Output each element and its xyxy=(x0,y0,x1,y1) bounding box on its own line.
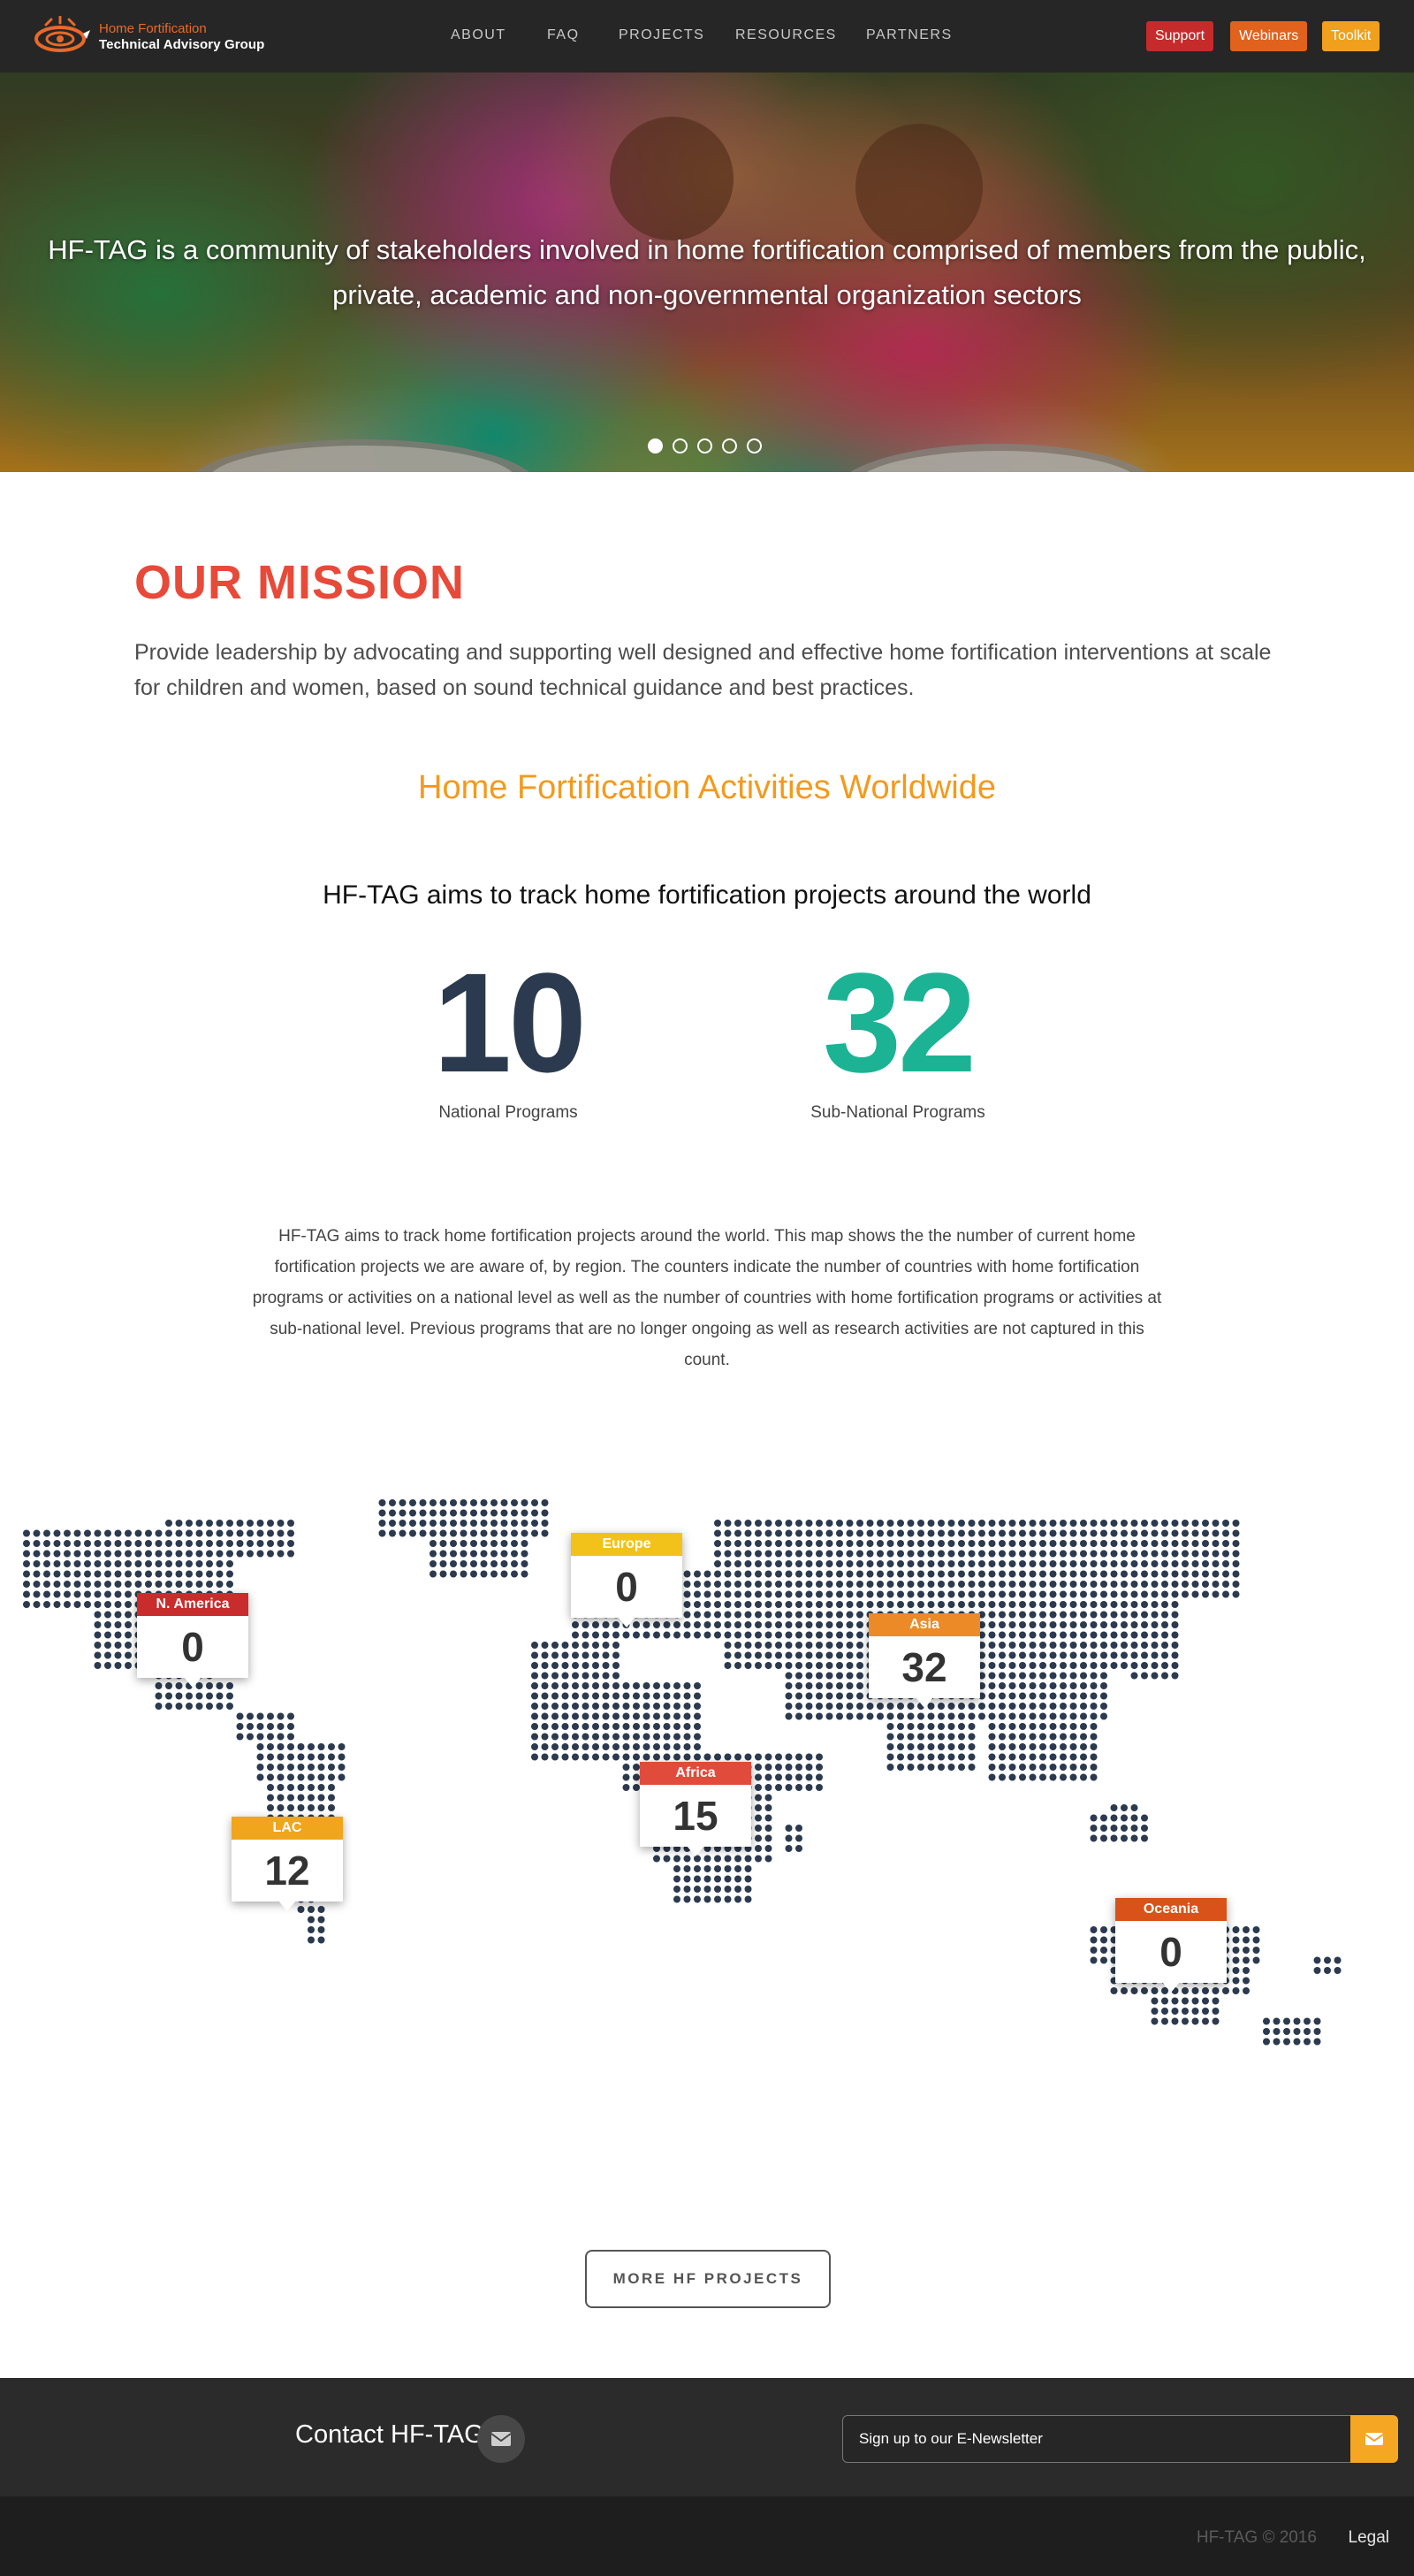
nav-link-resources[interactable]: RESOURCES xyxy=(735,27,837,43)
bottom-bar: HF-TAG © 2016 Legal xyxy=(0,2496,1414,2576)
activities-title: Home Fortification Activities Worldwide xyxy=(418,769,996,806)
toolkit-button[interactable]: Toolkit xyxy=(1322,21,1380,51)
region-name: Oceania xyxy=(1115,1898,1227,1921)
mission-text: Provide leadership by advocating and sup… xyxy=(134,640,1272,700)
logo-text-line2: Technical Advisory Group xyxy=(99,37,265,52)
envelope-icon xyxy=(1365,2433,1384,2445)
nav-link-about[interactable]: ABOUT xyxy=(451,27,506,43)
webinars-button[interactable]: Webinars xyxy=(1230,21,1308,51)
region-value: 0 xyxy=(181,1624,204,1670)
world-dot-map: N. America 0 Europe 0 Asia 32 Africa 15 … xyxy=(0,1494,1414,2184)
activities-subtitle: HF-TAG aims to track home fortification … xyxy=(323,880,1091,910)
slider-dot-2[interactable] xyxy=(673,438,688,453)
national-programs-counter: 10 National Programs xyxy=(415,943,601,1123)
national-programs-label: National Programs xyxy=(438,1103,578,1122)
subnational-programs-counter: 32 Sub-National Programs xyxy=(794,943,1002,1123)
nav-link-partners[interactable]: PARTNERS xyxy=(866,27,953,43)
region-name: N. America xyxy=(137,1593,248,1616)
region-value: 15 xyxy=(673,1793,718,1839)
mail-icon[interactable] xyxy=(477,2415,525,2463)
region-marker-asia[interactable]: Asia 32 xyxy=(869,1613,980,1708)
region-marker-africa[interactable]: Africa 15 xyxy=(640,1762,751,1856)
region-value: 0 xyxy=(615,1564,638,1610)
region-value: 0 xyxy=(1159,1929,1182,1975)
hero-slider: HF-TAG is a community of stakeholders in… xyxy=(0,72,1414,472)
legal-link[interactable]: Legal xyxy=(1349,2528,1390,2548)
subnational-programs-value: 32 xyxy=(823,943,977,1101)
subnational-programs-label: Sub-National Programs xyxy=(810,1103,985,1122)
slider-dots xyxy=(648,438,772,456)
top-navigation-bar: Home Fortification Technical Advisory Gr… xyxy=(0,0,1414,72)
more-hf-projects-button[interactable]: MORE HF PROJECTS xyxy=(585,2250,831,2308)
hero-caption: HF-TAG is a community of stakeholders in… xyxy=(48,234,1366,310)
newsletter-input[interactable]: Sign up to our E-Newsletter xyxy=(842,2415,1351,2463)
footer: Contact HF-TAG Sign up to our E-Newslett… xyxy=(0,2378,1414,2496)
slider-dot-3[interactable] xyxy=(697,438,712,453)
newsletter-submit-button[interactable] xyxy=(1350,2415,1398,2463)
mission-title: OUR MISSION xyxy=(134,556,466,609)
map-description: HF-TAG aims to track home fortification … xyxy=(252,1227,1162,1369)
region-marker-north-america[interactable]: N. America 0 xyxy=(137,1593,248,1688)
copyright-text: HF-TAG © 2016 xyxy=(1196,2528,1317,2547)
logo-text-line1: Home Fortification xyxy=(99,21,207,36)
region-marker-europe[interactable]: Europe 0 xyxy=(571,1533,682,1627)
slider-dot-1[interactable] xyxy=(648,438,663,453)
support-button[interactable]: Support xyxy=(1146,21,1214,51)
contact-link[interactable]: Contact HF-TAG xyxy=(295,2420,484,2450)
region-value: 12 xyxy=(264,1848,310,1894)
region-name: Asia xyxy=(869,1613,980,1636)
region-name: LAC xyxy=(232,1817,343,1840)
region-name: Africa xyxy=(640,1762,751,1785)
logo-mark-icon xyxy=(34,16,90,52)
region-marker-lac[interactable]: LAC 12 xyxy=(232,1817,343,1911)
slider-dot-4[interactable] xyxy=(722,438,737,453)
region-name: Europe xyxy=(571,1533,682,1556)
nav-link-faq[interactable]: FAQ xyxy=(547,27,580,43)
national-programs-value: 10 xyxy=(433,943,587,1101)
region-value: 32 xyxy=(901,1644,947,1690)
slider-dot-5[interactable] xyxy=(747,438,762,453)
region-marker-oceania[interactable]: Oceania 0 xyxy=(1115,1898,1227,1993)
nav-link-projects[interactable]: PROJECTS xyxy=(619,27,704,43)
hf-tag-logo[interactable]: Home Fortification Technical Advisory Gr… xyxy=(34,16,272,57)
